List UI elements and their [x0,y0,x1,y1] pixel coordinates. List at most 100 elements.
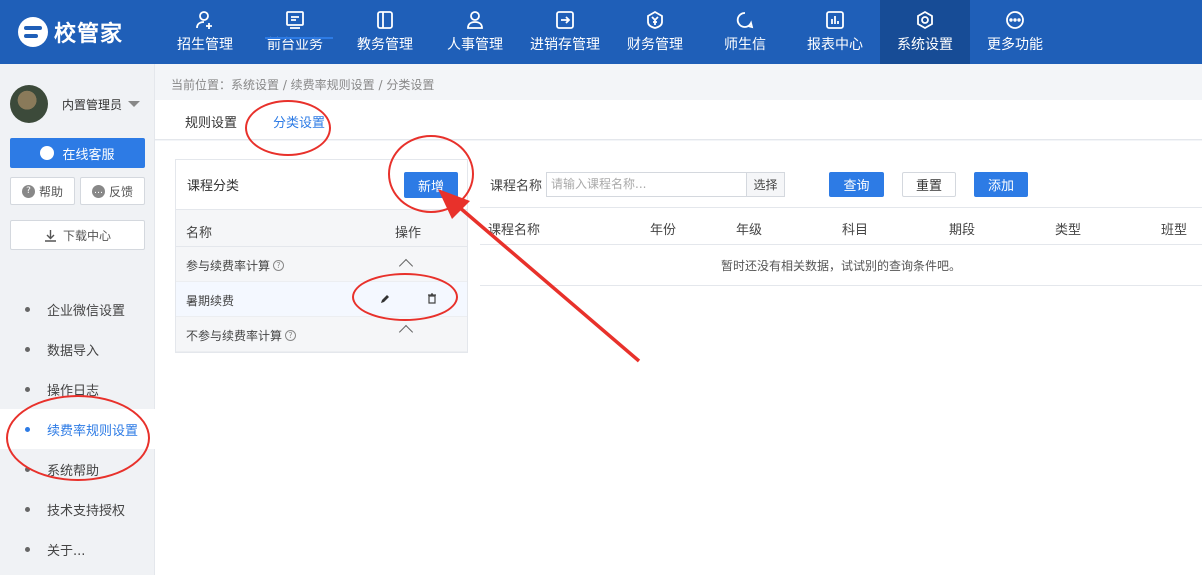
tab-category-settings[interactable]: 分类设置 [273,112,325,131]
nav-label: 报表中心 [807,37,863,53]
bullet-icon [25,546,30,552]
category-group-label: 不参与续费率计算? [186,327,297,344]
sidebar-item-label: 关于... [47,543,86,559]
tabs-bar: 规则设置 分类设置 [155,100,1202,140]
online-service-label: 在线客服 [62,147,115,163]
download-center-button[interactable]: 下载中心 [10,220,145,250]
user-menu[interactable]: 内置管理员 [10,85,141,123]
chevron-up-icon[interactable] [398,258,414,274]
nav-item-frontdesk[interactable]: 前台业务 [250,0,340,64]
column-header: 课程名称 [488,223,541,238]
category-group-text: 不参与续费率计算 [186,329,283,343]
chevron-up-icon[interactable] [398,324,414,340]
column-header: 期段 [949,223,976,238]
feedback-label: 反馈 [108,184,133,199]
user-name: 内置管理员 [62,97,123,112]
reset-button[interactable]: 重置 [902,172,956,197]
feedback-icon: … [91,184,105,198]
sidebar-item-system-help[interactable]: 系统帮助 [0,449,155,489]
monitor-icon [285,10,305,30]
delete-icon[interactable] [426,293,438,305]
add-course-button[interactable]: 添加 [974,172,1028,197]
empty-table-message: 暂时还没有相关数据，试试别的查询条件吧。 [480,246,1202,286]
column-header: 类型 [1055,223,1082,238]
nav-label: 教务管理 [357,37,413,53]
nav-item-system-settings[interactable]: 系统设置 [880,0,970,64]
sidebar-item-tech-support[interactable]: 技术支持授权 [0,489,155,529]
user-plus-icon [195,10,215,30]
course-table-header: 课程名称 年份 年级 科目 期段 类型 班型 [480,207,1202,245]
tab-rule-settings[interactable]: 规则设置 [185,112,237,131]
help-circle-icon[interactable]: ? [285,330,297,341]
help-feedback-row: ? 帮助 … 反馈 [10,177,145,205]
nav-item-more[interactable]: 更多功能 [970,0,1060,64]
active-tab-indicator [265,37,333,39]
column-header-action: 操作 [395,226,422,241]
gear-icon [915,10,935,30]
column-header: 科目 [842,223,869,238]
nav-item-messaging[interactable]: 师生信 [700,0,790,64]
sidebar-item-label: 操作日志 [47,383,100,399]
bullet-icon [25,386,30,392]
nav-item-reports[interactable]: 报表中心 [790,0,880,64]
nav-item-inventory[interactable]: 进销存管理 [520,0,610,64]
category-group-row[interactable]: 参与续费率计算? [176,247,467,282]
inventory-icon [555,10,575,30]
sidebar-item-about[interactable]: 关于... [0,529,155,569]
breadcrumb: 当前位置：系统设置 / 续费率规则设置 / 分类设置 [171,78,435,92]
nav-label: 系统设置 [897,37,953,53]
column-header: 年级 [736,223,763,238]
sidebar-item-data-import[interactable]: 数据导入 [0,329,155,369]
sidebar-item-wechat-settings[interactable]: 企业微信设置 [0,289,155,329]
sidebar-item-label: 系统帮助 [47,463,100,479]
query-button[interactable]: 查询 [829,172,884,197]
column-header: 班型 [1161,223,1188,238]
nav-item-finance[interactable]: 财务管理 [610,0,700,64]
help-circle-icon[interactable]: ? [273,260,285,271]
logo-text: 校管家 [54,22,124,47]
sidebar-item-operation-log[interactable]: 操作日志 [0,369,155,409]
choose-course-button[interactable]: 选择 [746,172,786,197]
message-icon [735,10,755,30]
category-row[interactable]: 暑期续费 [176,282,467,317]
question-icon: ? [21,184,35,198]
download-icon [44,229,56,242]
sidebar-item-label: 企业微信设置 [47,303,126,319]
category-panel-title: 课程分类 [187,179,240,194]
bullet-icon [25,346,30,352]
bullet-icon [25,306,30,312]
help-label: 帮助 [38,184,63,199]
main-nav: 招生管理 前台业务 教务管理 人事管理 进销存管理 财务管理 师生信 报表中心 [160,0,1060,64]
logo[interactable]: 校管家 [18,14,123,50]
chart-icon [825,10,845,30]
chat-icon [40,146,55,160]
book-icon [375,10,395,30]
feedback-button[interactable]: … 反馈 [80,177,145,205]
nav-label: 更多功能 [987,37,1043,53]
nav-item-enrollment[interactable]: 招生管理 [160,0,250,64]
category-table-header: 名称 操作 [176,209,467,247]
nav-item-hr[interactable]: 人事管理 [430,0,520,64]
more-icon [1005,10,1025,30]
online-service-button[interactable]: 在线客服 [10,138,145,168]
category-group-text: 参与续费率计算 [186,259,271,273]
nav-label: 师生信 [724,37,766,53]
category-group-row[interactable]: 不参与续费率计算? [176,317,467,352]
column-header: 年份 [650,223,677,238]
chevron-down-icon [128,101,141,107]
bullet-icon [25,426,30,432]
category-label: 暑期续费 [186,294,235,308]
avatar [10,85,48,123]
category-panel: 课程分类 新增 名称 操作 参与续费率计算? 暑期续费 不参与续费率计算? [175,159,468,353]
bullet-icon [25,506,30,512]
nav-item-academic[interactable]: 教务管理 [340,0,430,64]
sidebar-item-renewal-rules[interactable]: 续费率规则设置 [0,409,155,449]
sidebar-item-label: 续费率规则设置 [47,423,139,439]
nav-label: 财务管理 [627,37,683,53]
course-name-label: 课程名称 [490,179,543,194]
edit-icon[interactable] [379,293,391,305]
help-button[interactable]: ? 帮助 [10,177,75,205]
course-name-input[interactable]: 请输入课程名称... [546,172,747,197]
add-category-button[interactable]: 新增 [404,172,458,198]
sidebar-item-label: 技术支持授权 [47,503,126,519]
